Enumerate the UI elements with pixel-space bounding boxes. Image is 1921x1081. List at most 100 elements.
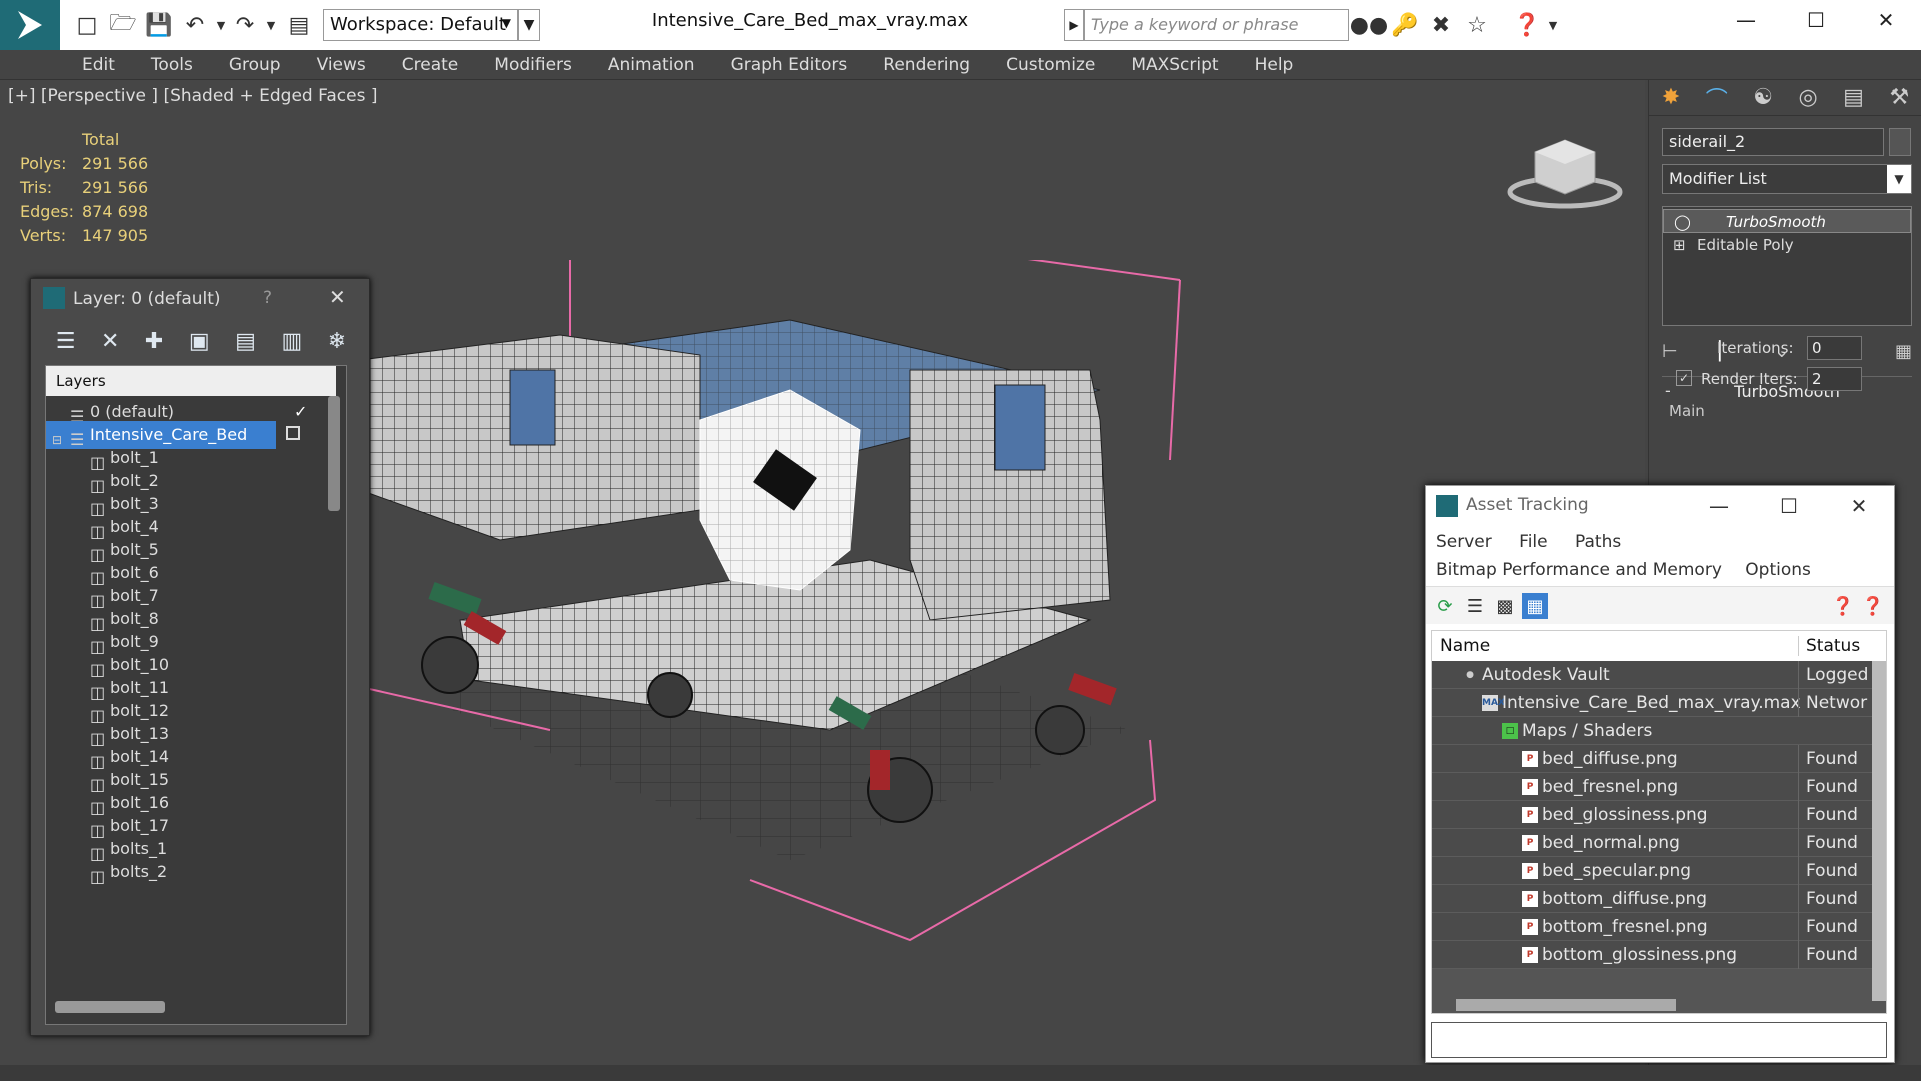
layers-column-header[interactable]: Layers (46, 366, 336, 396)
hierarchy-tab-icon[interactable]: ☯ (1753, 85, 1773, 110)
menu-maxscript[interactable]: MAXScript (1131, 55, 1218, 75)
table-row[interactable]: Pbed_specular.png Found (1432, 857, 1872, 885)
minimize-icon[interactable]: — (1684, 486, 1754, 526)
table-view-icon[interactable]: ▦ (1522, 593, 1548, 619)
refresh-icon[interactable]: ⟳ (1432, 593, 1458, 619)
menu-bitmap-performance[interactable]: Bitmap Performance and Memory (1436, 560, 1722, 580)
asset-tracking-window[interactable]: Asset Tracking — ☐ ✕ Server File Paths B… (1425, 485, 1895, 1063)
select-objects-icon[interactable]: ▣ (189, 329, 210, 354)
menu-graph-editors[interactable]: Graph Editors (731, 55, 848, 75)
stack-item-turbosmooth[interactable]: ◯ TurboSmooth (1663, 209, 1911, 233)
horizontal-scrollbar[interactable] (1456, 999, 1676, 1011)
favorites-star-icon[interactable]: ☆ (1464, 12, 1490, 38)
table-row[interactable]: Pbottom_fresnel.png Found (1432, 913, 1872, 941)
layer-list[interactable]: Layers ☰ 0 (default) ✓ ⊟ ☰ Intensive_Car… (45, 365, 347, 1025)
select-layer-icon[interactable]: ▤ (235, 329, 256, 354)
minimize-icon[interactable]: — (1711, 0, 1781, 40)
redo-icon[interactable]: ↷ (232, 12, 258, 38)
menu-options[interactable]: Options (1745, 560, 1811, 580)
context-help-icon[interactable]: ❓ (1860, 593, 1886, 619)
table-row[interactable]: ● Autodesk Vault Logged (1432, 661, 1872, 689)
table-row[interactable]: Pbed_glossiness.png Found (1432, 801, 1872, 829)
stack-item-editable-poly[interactable]: ⊞ Editable Poly (1663, 233, 1911, 257)
workspace-selector[interactable]: Workspace: Default ▼ (323, 9, 518, 41)
menu-create[interactable]: Create (402, 55, 459, 75)
utilities-tab-icon[interactable]: ⚒ (1889, 85, 1909, 110)
modifier-list-dropdown[interactable]: Modifier List ▼ (1662, 164, 1912, 194)
asset-path-field[interactable] (1431, 1022, 1887, 1058)
help-icon[interactable]: ❓ (1513, 12, 1540, 38)
close-icon[interactable]: ✕ (1824, 486, 1894, 526)
new-file-icon[interactable]: □ (74, 12, 100, 38)
search-input[interactable]: Type a keyword or phrase (1084, 9, 1349, 41)
column-name[interactable]: Name (1440, 636, 1490, 656)
menu-server[interactable]: Server (1436, 532, 1492, 552)
menu-group[interactable]: Group (229, 55, 281, 75)
menu-rendering[interactable]: Rendering (883, 55, 970, 75)
object-name-field[interactable]: siderail_2 (1662, 128, 1884, 156)
lightbulb-icon[interactable]: ◯ (1674, 210, 1691, 234)
save-icon[interactable]: 💾 (145, 12, 172, 38)
list-view-icon[interactable]: ☰ (1462, 593, 1488, 619)
hide-layers-icon[interactable]: ▥ (281, 329, 302, 354)
motion-tab-icon[interactable]: ◎ (1798, 85, 1817, 110)
menu-animation[interactable]: Animation (608, 55, 695, 75)
menu-tools[interactable]: Tools (151, 55, 193, 75)
help-icon[interactable]: ? (263, 288, 272, 308)
menu-views[interactable]: Views (317, 55, 366, 75)
maximize-icon[interactable]: ☐ (1754, 486, 1824, 526)
project-folder-icon[interactable]: ▤ (286, 12, 312, 38)
open-folder-icon[interactable]: 🗁 (109, 11, 136, 38)
checkmark-icon[interactable]: ✓ (294, 398, 312, 421)
modifier-stack[interactable]: ◯ TurboSmooth ⊞ Editable Poly (1662, 206, 1912, 326)
add-to-layer-icon[interactable]: ✚ (145, 329, 163, 354)
horizontal-scrollbar[interactable] (55, 1001, 165, 1013)
key-icon[interactable]: 🔑 (1391, 12, 1418, 38)
freeze-layers-icon[interactable]: ❄ (328, 329, 346, 354)
vertical-scrollbar[interactable] (1872, 661, 1886, 1001)
table-row[interactable]: Pbottom_glossiness.png Found (1432, 941, 1872, 969)
menu-modifiers[interactable]: Modifiers (494, 55, 572, 75)
table-row[interactable]: □ Maps / Shaders (1432, 717, 1872, 745)
create-tab-icon[interactable]: ✸ (1662, 85, 1680, 110)
modify-tab-icon[interactable]: ⌒ (1706, 82, 1728, 114)
menu-customize[interactable]: Customize (1006, 55, 1095, 75)
community-icon[interactable]: ✖ (1428, 12, 1454, 38)
workspace-menu-icon[interactable]: ▼ (518, 9, 540, 41)
redo-dropdown-icon[interactable]: ▼ (258, 12, 284, 38)
delete-layer-icon[interactable]: ✕ (101, 329, 119, 354)
viewport-label[interactable]: [+] [Perspective ] [Shaded + Edged Faces… (8, 86, 377, 106)
object-row[interactable]: ◫ bolts_2 (46, 858, 322, 886)
close-icon[interactable]: ✕ (329, 285, 346, 309)
pin-stack-icon[interactable]: ⊢ (1662, 341, 1678, 362)
object-color-swatch[interactable] (1889, 128, 1911, 156)
render-iters-checkbox[interactable]: ✓ (1676, 370, 1692, 386)
bed-model-wireframe[interactable] (370, 260, 1440, 1020)
table-row[interactable]: Pbottom_diffuse.png Found (1432, 885, 1872, 913)
menu-file[interactable]: File (1519, 532, 1547, 552)
app-logo-icon[interactable] (0, 0, 60, 50)
collapse-icon[interactable]: ⊟ (52, 426, 70, 447)
undo-dropdown-icon[interactable]: ▼ (208, 12, 234, 38)
table-row[interactable]: Pbed_normal.png Found (1432, 829, 1872, 857)
column-status[interactable]: Status (1798, 636, 1860, 656)
table-row[interactable]: Pbed_diffuse.png Found (1432, 745, 1872, 773)
asset-table[interactable]: Name Status ● Autodesk Vault Logged MAX Int… (1431, 630, 1887, 1014)
server-help-icon[interactable]: ❓ (1830, 593, 1856, 619)
viewcube-icon[interactable] (1505, 132, 1625, 212)
maximize-icon[interactable]: ☐ (1781, 0, 1851, 40)
configure-modifier-sets-icon[interactable]: ▦ (1895, 341, 1912, 362)
iterations-spinner[interactable]: 0 (1807, 336, 1862, 360)
table-row[interactable]: Pbed_fresnel.png Found (1432, 773, 1872, 801)
help-dropdown-icon[interactable]: ▼ (1540, 12, 1566, 38)
table-row[interactable]: MAX Intensive_Care_Bed_max_vray.max Networ (1432, 689, 1872, 717)
undo-icon[interactable]: ↶ (182, 12, 208, 38)
search-expand-icon[interactable]: ▶ (1064, 9, 1084, 41)
menu-paths[interactable]: Paths (1575, 532, 1621, 552)
thumbnail-view-icon[interactable]: ▩ (1492, 593, 1518, 619)
vertical-scrollbar[interactable] (328, 396, 340, 511)
display-tab-icon[interactable]: ▤ (1843, 85, 1864, 110)
expand-icon[interactable]: ⊞ (1673, 233, 1686, 257)
binoculars-icon[interactable]: ●● (1350, 12, 1388, 38)
layer-explorer-panel[interactable]: Layer: 0 (default) ? ✕ ☰ ✕ ✚ ▣ ▤ ▥ ❄ Lay… (30, 278, 370, 1036)
